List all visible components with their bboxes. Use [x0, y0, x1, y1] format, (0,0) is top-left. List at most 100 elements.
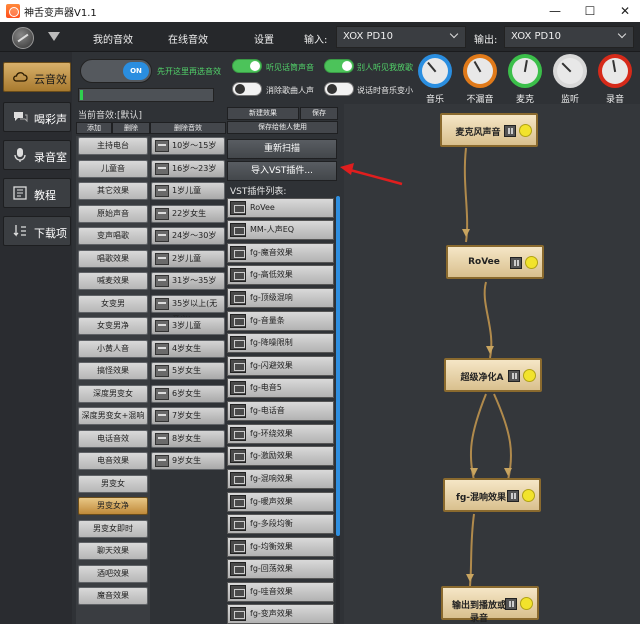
age-preset-item[interactable]: 3岁儿童	[151, 317, 225, 335]
input-device-select[interactable]: XOX PD10	[336, 26, 466, 48]
plugin-item[interactable]: fg-降噪限制	[227, 333, 334, 353]
sidebar-item-cloud-effects[interactable]: 云音效	[3, 62, 71, 92]
preset-item[interactable]: 男变女即时	[78, 520, 148, 538]
preset-item[interactable]: 喊麦效果	[78, 272, 148, 290]
mic-knob[interactable]: 麦克	[506, 52, 546, 105]
plugin-item[interactable]: fg-电话音	[227, 401, 334, 421]
preset-item[interactable]: 深度男变女	[78, 385, 148, 403]
sidebar-item-downloads[interactable]: 下载项	[3, 216, 71, 246]
plugin-item[interactable]: fg-环绕效果	[227, 424, 334, 444]
preset-item[interactable]: 电话音效	[78, 430, 148, 448]
plugin-item[interactable]: fg-闪避效果	[227, 356, 334, 376]
switch-hear-mic[interactable]	[232, 59, 262, 73]
enable-dot-icon[interactable]	[522, 489, 535, 502]
preset-item[interactable]: 女变男	[78, 295, 148, 313]
age-preset-item[interactable]: 35岁以上(无意义)	[151, 295, 225, 324]
preset-item-active[interactable]: 男变女净	[78, 497, 148, 515]
scrollbar-thumb[interactable]	[336, 196, 340, 536]
plugin-item[interactable]: fg-高低效果	[227, 265, 334, 285]
preset-item[interactable]: 其它效果	[78, 182, 148, 200]
age-preset-item[interactable]: 9岁女生	[151, 452, 225, 470]
plugin-list-scrollbar[interactable]	[336, 196, 340, 624]
delete-effect-button[interactable]: 删除音效	[150, 122, 226, 134]
preset-item[interactable]: 酒吧效果	[78, 565, 148, 583]
preset-item[interactable]: 搞怪效果	[78, 362, 148, 380]
preset-item[interactable]: 电音效果	[78, 452, 148, 470]
import-vst-button[interactable]: 导入VST插件...	[227, 161, 337, 181]
preset-item[interactable]: 儿童音	[78, 160, 148, 178]
chain-node-mic-input[interactable]: 麦克风声音	[440, 113, 538, 147]
preset-item[interactable]: 聊天效果	[78, 542, 148, 560]
chain-node-output[interactable]: 输出到播放或录音	[441, 586, 539, 624]
sidebar-item-studio[interactable]: 录音室	[3, 140, 71, 170]
switch-duck-music[interactable]	[324, 82, 354, 96]
monitor-knob[interactable]: 监听	[551, 52, 591, 105]
delete-preset-button[interactable]: 删除	[112, 122, 150, 134]
enable-dot-icon[interactable]	[523, 369, 536, 382]
age-preset-item[interactable]: 24岁～30岁	[151, 227, 225, 245]
output-device-select[interactable]: XOX PD10	[504, 26, 634, 48]
switch-remove-vocals[interactable]	[232, 82, 262, 96]
new-effect-button[interactable]: 新建效果	[227, 107, 299, 120]
plugin-item[interactable]: fg-混响效果	[227, 469, 334, 489]
preset-item[interactable]: 主持电台	[78, 137, 148, 155]
sidebar-item-cheers[interactable]: 喝彩声	[3, 102, 71, 132]
plugin-item[interactable]: fg-哇音效果	[227, 582, 334, 602]
settings-icon[interactable]	[510, 257, 522, 269]
preset-item[interactable]: 魔音效果	[78, 587, 148, 605]
maximize-button[interactable]: ☐	[575, 0, 605, 22]
plugin-item[interactable]: fg-顶级混响	[227, 288, 334, 308]
age-preset-item[interactable]: 8岁女生	[151, 430, 225, 448]
age-preset-item[interactable]: 4岁女生	[151, 340, 225, 358]
age-preset-item[interactable]: 7岁女生	[151, 407, 225, 425]
add-preset-button[interactable]: 添加	[76, 122, 112, 134]
switch-others-hear-music[interactable]	[324, 59, 354, 73]
age-preset-item[interactable]: 1岁儿童	[151, 182, 225, 200]
plugin-item[interactable]: fg-均衡效果	[227, 537, 334, 557]
plugin-item[interactable]: fg-变声效果	[227, 604, 334, 624]
preset-item[interactable]: 男变女	[78, 475, 148, 493]
plugin-item[interactable]: fg-暖声效果	[227, 492, 334, 512]
age-preset-item[interactable]: 22岁女生	[151, 205, 225, 223]
plugin-item[interactable]: fg-音量条	[227, 311, 334, 331]
plugin-item[interactable]: fg-魔音效果	[227, 243, 334, 263]
age-preset-item[interactable]: 16岁～23岁	[151, 160, 225, 178]
save-button[interactable]: 保存	[300, 107, 338, 120]
age-preset-item[interactable]: 10岁～15岁	[151, 137, 225, 155]
menu-dropdown-icon[interactable]	[48, 32, 60, 41]
enable-dot-icon[interactable]	[520, 597, 533, 610]
plugin-item[interactable]: fg-多段均衡	[227, 514, 334, 534]
preset-item[interactable]: 深度男变女+混响	[78, 407, 148, 425]
sidebar-item-tutorial[interactable]: 教程	[3, 178, 71, 208]
age-preset-item[interactable]: 31岁～35岁	[151, 272, 225, 290]
age-preset-item[interactable]: 2岁儿童	[151, 250, 225, 268]
tab-online-effects[interactable]: 在线音效	[168, 31, 208, 46]
preset-item[interactable]: 原始声音	[78, 205, 148, 223]
rescan-button[interactable]: 重新扫描	[227, 139, 337, 159]
plugin-item[interactable]: MM-人声EQ	[227, 220, 334, 240]
preset-item[interactable]: 唱歌效果	[78, 250, 148, 268]
save-for-others-button[interactable]: 保存给他人使用	[227, 121, 338, 134]
chain-node-super-clean[interactable]: 超级净化A	[444, 358, 542, 392]
enable-dot-icon[interactable]	[525, 256, 538, 269]
tab-my-effects[interactable]: 我的音效	[93, 31, 133, 46]
close-button[interactable]: ✕	[610, 0, 640, 22]
plugin-item[interactable]: fg-电音5	[227, 378, 334, 398]
plugin-item[interactable]: fg-激励效果	[227, 446, 334, 466]
tab-settings[interactable]: 设置	[254, 31, 274, 46]
settings-icon[interactable]	[508, 370, 520, 382]
settings-icon[interactable]	[504, 125, 516, 137]
preset-item[interactable]: 变声唱歌	[78, 227, 148, 245]
skin-logo-icon[interactable]	[12, 27, 34, 49]
settings-icon[interactable]	[505, 598, 517, 610]
age-preset-item[interactable]: 5岁女生	[151, 362, 225, 380]
enable-dot-icon[interactable]	[519, 124, 532, 137]
music-knob[interactable]: 音乐	[416, 52, 456, 105]
noleak-knob[interactable]: 不漏音	[461, 52, 501, 105]
settings-icon[interactable]	[507, 490, 519, 502]
preset-item[interactable]: 女变男净	[78, 317, 148, 335]
plugin-item[interactable]: fg-回荡效果	[227, 559, 334, 579]
plugin-item[interactable]: RoVee	[227, 198, 334, 218]
master-power-toggle[interactable]: ON	[80, 59, 152, 83]
minimize-button[interactable]: —	[540, 0, 570, 22]
